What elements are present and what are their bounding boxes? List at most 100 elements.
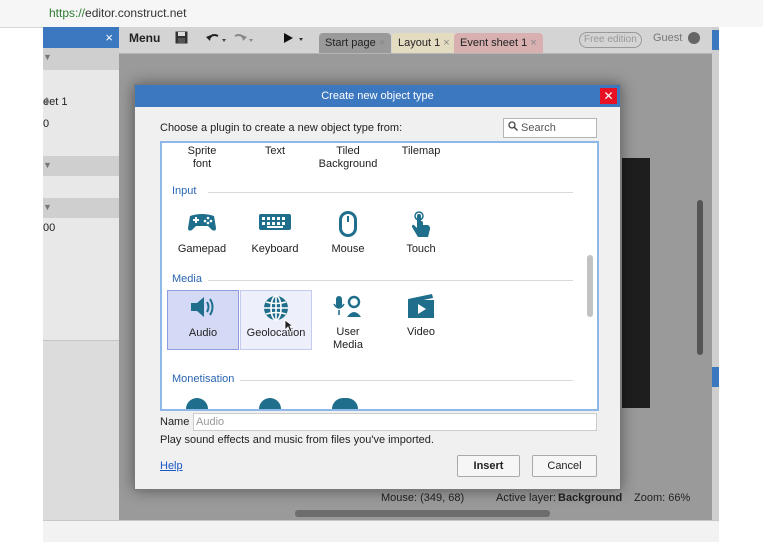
mouse-position: Mouse: (349, 68) [381,492,465,504]
insert-button[interactable]: Insert [457,455,520,477]
close-icon[interactable]: × [105,30,113,45]
save-icon[interactable] [175,31,188,49]
name-input[interactable]: Audio [193,413,597,431]
undo-icon[interactable] [205,31,227,49]
tab-event-sheet-1[interactable]: Event sheet 1 × [454,33,543,53]
property-row[interactable]: eet 1 ⬍ [43,92,119,115]
left-properties-panel: × ▼ eet 1 ⬍ 0 ▼ ▼ 00 [43,27,119,520]
horizontal-scrollbar[interactable] [295,510,550,517]
plugin-tiled-background[interactable]: Tiled Background [313,143,383,170]
property-row[interactable]: ▼ [43,156,119,177]
chevron-down-icon[interactable]: ▼ [43,202,111,212]
property-row[interactable] [43,320,119,341]
tab-start-page[interactable]: Start page × [319,33,392,53]
plugin-icon-partial [186,398,208,409]
user-label: Guest [653,32,683,44]
plugin-label: Audio [188,327,218,339]
category-divider [208,192,573,193]
redo-icon[interactable] [232,31,254,49]
plugin-tilemap[interactable]: Tilemap [386,143,456,167]
status-bar: Mouse: (349, 68) Active layer: Backgroun… [375,489,695,507]
zoom-level: Zoom: 66% [634,492,691,504]
user-avatar-icon [688,32,701,45]
plugin-label: Touch [406,243,436,255]
property-row[interactable]: 00 [43,218,119,241]
mouse-icon [336,210,360,241]
chevron-down-icon[interactable]: ⬍ [43,96,111,107]
video-icon [407,293,435,322]
plugin-label: User Media [333,326,363,351]
plugin-text[interactable]: Text [240,143,310,167]
search-placeholder: Search [521,122,556,134]
chevron-down-icon[interactable]: ▼ [43,160,111,170]
plugin-video[interactable]: Video [386,290,456,348]
close-icon[interactable]: × [530,37,536,49]
category-input: Input [172,185,197,197]
play-icon[interactable] [282,31,306,49]
plugin-icon-partial [332,398,358,409]
plugin-gamepad[interactable]: Gamepad [167,207,237,265]
plugin-label: Mouse [331,243,365,255]
create-object-dialog: Create new object type ✕ Choose a plugin… [134,84,621,490]
category-divider [208,280,573,281]
property-row[interactable] [43,240,119,261]
plugin-audio[interactable]: Audio [167,290,239,350]
property-value: 0 [43,118,50,130]
plugin-sprite-font[interactable]: Sprite font [167,143,237,170]
user-media-icon [332,293,364,324]
plugin-keyboard[interactable]: Keyboard [240,207,310,265]
url-text[interactable]: https://editor.construct.net [49,6,186,20]
property-value: 00 [43,222,56,234]
property-row[interactable]: ▼ [43,48,119,71]
property-row[interactable]: 0 [43,114,119,135]
help-link[interactable]: Help [160,460,183,472]
close-icon[interactable]: × [379,37,385,49]
plugin-label: Gamepad [177,243,227,255]
category-media: Media [172,273,202,285]
plugin-label: Keyboard [251,243,299,255]
plugin-label: Text [264,145,286,157]
plugin-touch[interactable]: Touch [386,207,456,265]
plugin-label: Tiled Background [318,145,378,170]
active-layer-value: Background [558,492,623,504]
search-input[interactable]: Search [503,118,597,138]
panel-header [712,367,719,387]
plugin-geolocation[interactable]: Geolocation [240,290,312,350]
chevron-down-icon[interactable]: ▼ [43,52,111,62]
mouse-cursor-icon [284,319,295,336]
property-row[interactable] [43,70,119,93]
plugin-mouse[interactable]: Mouse [313,207,383,265]
active-layer-label: Active layer: [496,492,556,504]
panel-header [712,30,719,50]
touch-icon [409,210,433,243]
search-icon [508,121,518,134]
plugin-icon-partial [259,398,281,409]
bottom-bar [43,520,719,542]
property-row[interactable] [43,176,119,199]
tab-layout-1[interactable]: Layout 1 × [392,33,456,53]
plugin-list[interactable]: Sprite font Text Tiled Background Tilema… [160,141,599,411]
plugin-label: Geolocation [246,327,306,339]
plugin-description: Play sound effects and music from files … [160,434,434,446]
browser-address-bar[interactable]: https://editor.construct.net [0,0,763,28]
user-button[interactable]: Guest [653,32,701,45]
plugin-label: Video [407,326,435,338]
property-row[interactable] [43,260,119,281]
right-panel-edge [712,27,719,520]
property-row[interactable] [43,280,119,301]
close-icon[interactable]: × [443,37,449,49]
property-row[interactable] [43,300,119,321]
window-margin [719,27,763,541]
property-row[interactable] [43,134,119,157]
gamepad-icon [186,210,218,237]
menu-button[interactable]: Menu [129,31,160,49]
property-row[interactable]: ▼ [43,198,119,219]
name-label: Name [160,416,190,428]
plugin-list-scrollbar[interactable] [587,255,593,317]
cancel-button[interactable]: Cancel [532,455,597,477]
vertical-scrollbar[interactable] [697,200,703,355]
plugin-user-media[interactable]: User Media [313,290,383,351]
edition-badge[interactable]: Free edition [579,32,642,48]
dialog-instruction: Choose a plugin to create a new object t… [160,122,403,134]
close-icon[interactable]: ✕ [600,88,617,104]
